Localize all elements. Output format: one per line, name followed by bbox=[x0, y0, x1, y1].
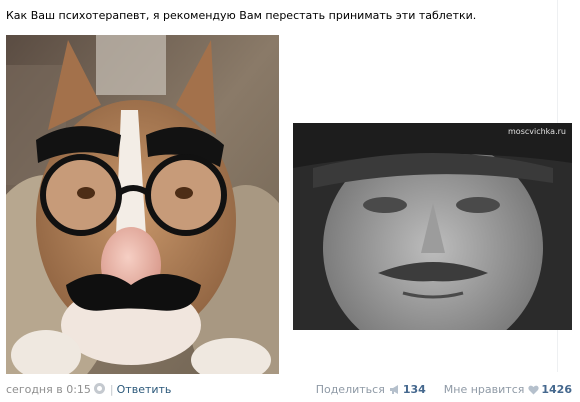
post-actions: Поделиться 134 Мне нравится 1426 bbox=[316, 383, 572, 397]
watermark-text: moscvichka.ru bbox=[508, 127, 566, 136]
man-in-hat-photo[interactable]: moscvichka.ru bbox=[293, 123, 572, 330]
dog-in-disguise-photo[interactable] bbox=[6, 35, 279, 374]
share-count: 134 bbox=[402, 383, 426, 396]
heart-icon[interactable] bbox=[528, 385, 540, 395]
post-footer: сегодня в 0:15 | Ответить Поделиться 134 Мне… bbox=[6, 383, 572, 399]
gear-icon[interactable] bbox=[93, 383, 105, 394]
share-label[interactable]: Поделиться bbox=[316, 383, 385, 396]
like-count: 1426 bbox=[541, 383, 572, 396]
post-meta: сегодня в 0:15 | Ответить bbox=[6, 383, 171, 397]
post-date[interactable]: сегодня в 0:15 bbox=[6, 383, 91, 396]
reply-link[interactable]: Ответить bbox=[117, 383, 172, 396]
megaphone-icon[interactable] bbox=[389, 384, 401, 395]
like-label[interactable]: Мне нравится bbox=[444, 383, 525, 396]
dog-image bbox=[6, 35, 279, 374]
man-image: moscvichka.ru bbox=[293, 123, 572, 330]
separator: | bbox=[109, 383, 114, 396]
post-text: Как Ваш психотерапевт, я рекомендую Вам … bbox=[6, 9, 477, 22]
